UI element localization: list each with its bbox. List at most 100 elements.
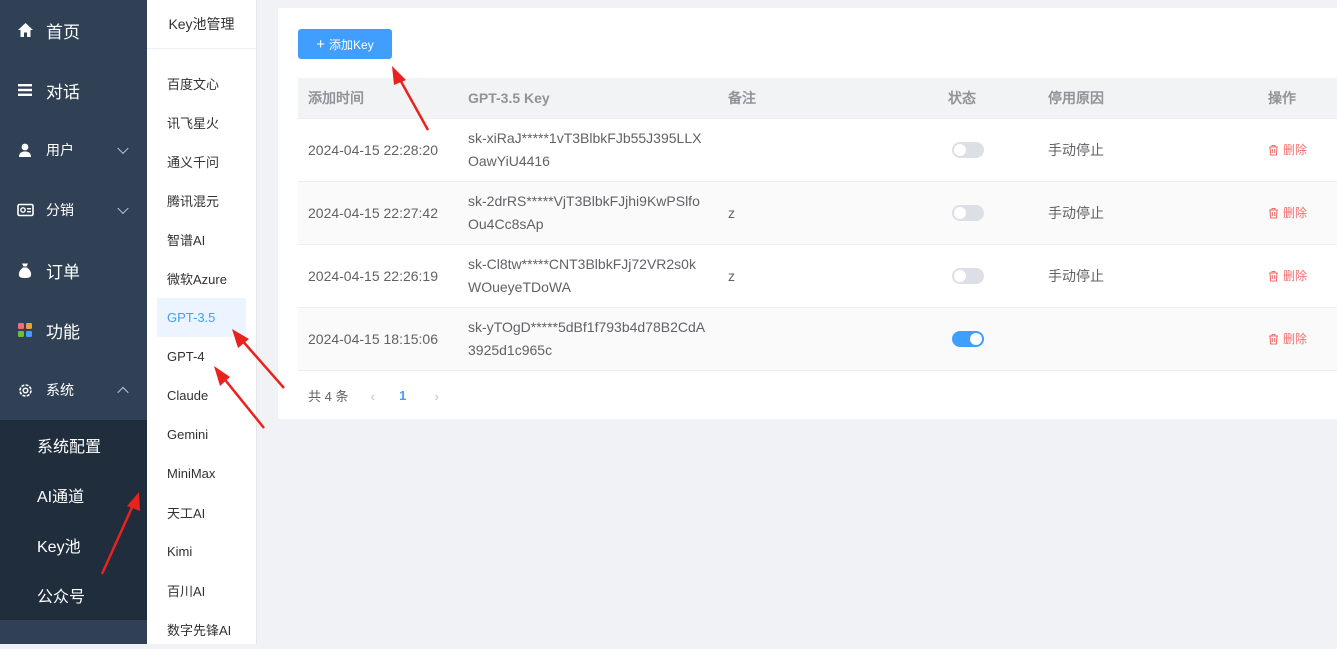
chevron-down-icon [117, 202, 129, 215]
cell-status [938, 331, 1038, 347]
add-key-button[interactable]: + 添加Key [298, 29, 392, 59]
table-header: 添加时间 GPT-3.5 Key 备注 状态 停用原因 操作 [298, 78, 1337, 119]
cell-reason: 手动停止 [1048, 205, 1104, 221]
menu-item-system[interactable]: 系统 [0, 360, 147, 420]
key-pool-item[interactable]: GPT-4 [157, 337, 246, 376]
delete-button[interactable]: 删除 [1268, 204, 1307, 221]
delete-button[interactable]: 删除 [1268, 141, 1307, 158]
table-row: 2024-04-15 22:27:42 sk-2drRS*****VjT3Blb… [298, 182, 1337, 245]
header-key: GPT-3.5 Key [468, 89, 550, 106]
key-pool-item[interactable]: 百川AI [157, 571, 246, 610]
cell-key: sk-Cl8tw*****CNT3BlbkFJj72VR2s0kWOueyeTD… [468, 256, 696, 295]
cell-key: sk-xiRaJ*****1vT3BlbkFJb55J395LLXOawYiU4… [468, 130, 702, 169]
cell-op: 删除 [1258, 204, 1337, 222]
cell-key: sk-yTOgD*****5dBf1f793b4d78B2CdA3925d1c9… [468, 319, 706, 358]
trash-icon [1269, 207, 1278, 219]
menu-item-label: 首页 [46, 22, 80, 42]
menu-item-label: 功能 [46, 322, 80, 342]
share-icon [16, 201, 34, 219]
cell-reason: 手动停止 [1048, 142, 1104, 158]
cell-time: 2024-04-15 22:26:19 [308, 268, 438, 284]
cell-note: z [728, 268, 735, 284]
key-pool-item-active[interactable]: GPT-3.5 [157, 298, 246, 337]
system-submenu: 系统配置 AI通道 Key池 公众号 [0, 420, 147, 620]
menu-item-features[interactable]: 功能 [0, 300, 147, 360]
key-pool-item[interactable]: 通义千问 [157, 142, 246, 181]
key-pool-item[interactable]: 讯飞星火 [157, 103, 246, 142]
status-toggle[interactable] [952, 205, 984, 221]
key-pool-item[interactable]: Kimi [157, 532, 246, 571]
delete-button[interactable]: 删除 [1268, 330, 1307, 347]
cell-status [938, 205, 1038, 221]
prev-page-icon[interactable]: ‹ [370, 388, 375, 404]
menu-item-chat[interactable]: 对话 [0, 60, 147, 120]
key-table: 添加时间 GPT-3.5 Key 备注 状态 停用原因 操作 2024-04-1… [298, 78, 1337, 371]
trash-icon [1269, 333, 1278, 345]
key-pool-item[interactable]: Gemini [157, 415, 246, 454]
trash-icon [1269, 144, 1278, 156]
menu-item-orders[interactable]: 订单 [0, 240, 147, 300]
main-content: + 添加Key 添加时间 GPT-3.5 Key 备注 状态 停用原因 操作 2… [278, 8, 1337, 419]
user-icon [16, 141, 34, 159]
key-pool-list: 百度文心 讯飞星火 通义千问 腾讯混元 智谱AI 微软Azure GPT-3.5… [147, 49, 256, 649]
header-reason: 停用原因 [1048, 90, 1104, 106]
pagination-total: 共 4 条 [308, 389, 349, 404]
cell-op: 删除 [1258, 330, 1337, 348]
menu-item-users[interactable]: 用户 [0, 120, 147, 180]
key-pool-item[interactable]: Claude [157, 376, 246, 415]
sidebar: 首页 对话 用户 分销 订单 功能 系统 系统配置 AI通道 Key池 公众号 [0, 0, 147, 644]
cell-time: 2024-04-15 22:28:20 [308, 142, 438, 158]
cell-reason: 手动停止 [1048, 268, 1104, 284]
submenu-item-system-config[interactable]: 系统配置 [0, 420, 147, 470]
header-note: 备注 [728, 90, 756, 106]
table-row: 2024-04-15 22:26:19 sk-Cl8tw*****CNT3Blb… [298, 245, 1337, 308]
menu-item-distribution[interactable]: 分销 [0, 180, 147, 240]
key-pool-panel: Key池管理 百度文心 讯飞星火 通义千问 腾讯混元 智谱AI 微软Azure … [147, 0, 257, 644]
table-row: 2024-04-15 22:28:20 sk-xiRaJ*****1vT3Blb… [298, 119, 1337, 182]
menu-item-label: 用户 [46, 142, 74, 158]
key-pool-item[interactable]: 天工AI [157, 493, 246, 532]
cell-status [938, 268, 1038, 284]
cell-time: 2024-04-15 22:27:42 [308, 205, 438, 221]
status-toggle[interactable] [952, 268, 984, 284]
key-pool-title: Key池管理 [147, 0, 256, 49]
menu-item-home[interactable]: 首页 [0, 0, 147, 60]
home-icon [16, 21, 34, 39]
gear-icon [16, 381, 34, 399]
cell-op: 删除 [1258, 141, 1337, 159]
chevron-down-icon [117, 142, 129, 155]
key-pool-item[interactable]: 腾讯混元 [157, 181, 246, 220]
table-row: 2024-04-15 18:15:06 sk-yTOgD*****5dBf1f7… [298, 308, 1337, 371]
key-pool-item[interactable]: MiniMax [157, 454, 246, 493]
delete-label: 删除 [1283, 143, 1308, 158]
key-pool-item[interactable]: 智谱AI [157, 220, 246, 259]
cell-time: 2024-04-15 18:15:06 [308, 331, 438, 347]
key-pool-item[interactable]: 微软Azure [157, 259, 246, 298]
submenu-item-key-pool[interactable]: Key池 [0, 520, 147, 570]
cell-key: sk-2drRS*****VjT3BlbkFJjhi9KwPSlfoOu4Cc8… [468, 193, 700, 232]
delete-button[interactable]: 删除 [1268, 267, 1307, 284]
header-time: 添加时间 [308, 90, 364, 106]
key-pool-item[interactable]: 百度文心 [157, 64, 246, 103]
status-toggle[interactable] [952, 142, 984, 158]
page-number[interactable]: 1 [399, 388, 406, 403]
cell-op: 删除 [1258, 267, 1337, 285]
delete-label: 删除 [1283, 269, 1308, 284]
grid-icon [16, 321, 34, 339]
money-bag-icon [16, 261, 34, 279]
chevron-up-icon [117, 386, 129, 399]
cell-status [938, 142, 1038, 158]
cell-note: z [728, 205, 735, 221]
key-pool-item[interactable]: 数字先锋AI [157, 610, 246, 649]
pagination: 共 4 条 ‹ 1 › [308, 386, 439, 405]
submenu-item-official-account[interactable]: 公众号 [0, 570, 147, 620]
menu-item-label: 订单 [46, 262, 80, 282]
trash-icon [1269, 270, 1278, 282]
menu-item-label: 分销 [46, 202, 74, 218]
menu-item-label: 对话 [46, 82, 80, 102]
next-page-icon[interactable]: › [434, 388, 439, 404]
status-toggle[interactable] [952, 331, 984, 347]
delete-label: 删除 [1283, 206, 1308, 221]
add-key-label: 添加Key [329, 37, 374, 52]
submenu-item-ai-channel[interactable]: AI通道 [0, 470, 147, 520]
